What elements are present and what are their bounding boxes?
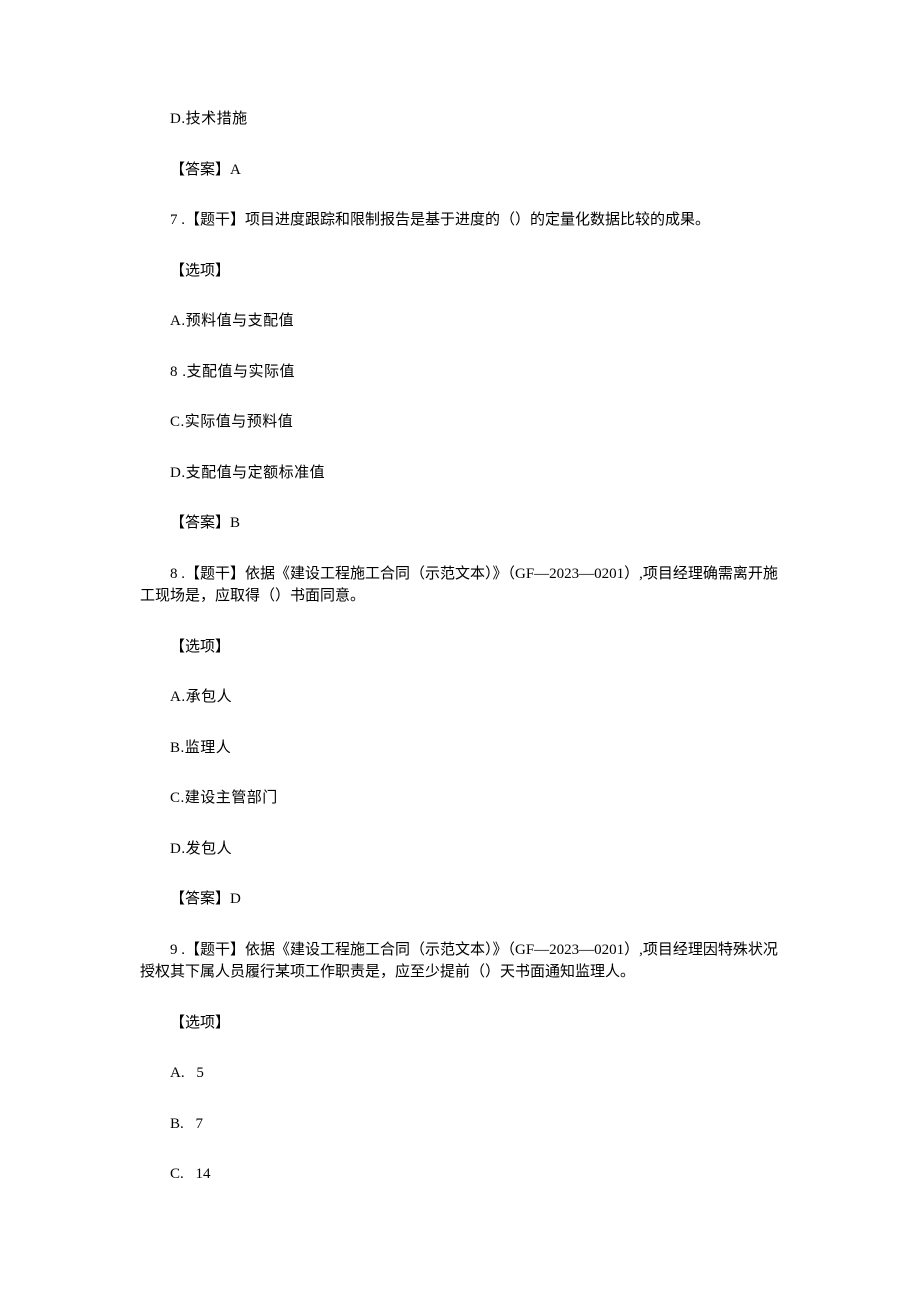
q9-option-b-prefix: B. [170,1116,184,1132]
q7-stem: 7 .【题干】项目进度跟踪和限制报告是基于进度的（）的定量化数据比较的成果。 [140,209,780,232]
q7-option-d: D.支配值与定额标准值 [140,462,780,485]
q9-stem-text: 9 .【题干】依据《建设工程施工合同（示范文本）》（GF—2023—0201）,… [140,942,778,981]
q7-answer: 【答案】B [140,512,780,535]
q8-answer: 【答案】D [140,888,780,911]
q8-option-d: D.发包人 [140,838,780,861]
q7-options-label: 【选项】 [140,260,780,283]
q9-option-b: B. 7 [140,1113,780,1136]
q9-stem: 9 .【题干】依据《建设工程施工合同（示范文本）》（GF—2023—0201）,… [140,939,780,984]
page: D.技术措施 【答案】A 7 .【题干】项目进度跟踪和限制报告是基于进度的（）的… [0,0,920,1301]
q6-option-d: D.技术措施 [140,108,780,131]
q8-options-label: 【选项】 [140,636,780,659]
q8-option-b: B.监理人 [140,737,780,760]
q7-option-c: C.实际值与预料值 [140,411,780,434]
q7-option-b: 8 .支配值与实际值 [140,361,780,384]
q9-options-label: 【选项】 [140,1012,780,1035]
q8-option-c: C.建设主管部门 [140,787,780,810]
q8-option-a: A.承包人 [140,686,780,709]
q9-option-a-prefix: A. [170,1065,185,1081]
q9-option-c-prefix: C. [170,1166,184,1182]
q7-option-a: A.预料值与支配值 [140,310,780,333]
q9-option-c: C. 14 [140,1163,780,1186]
q8-stem: 8 .【题干】依据《建设工程施工合同（示范文本）》（GF—2023—0201）,… [140,563,780,608]
q9-option-c-value: 14 [196,1166,211,1182]
q8-stem-text: 8 .【题干】依据《建设工程施工合同（示范文本）》（GF—2023—0201）,… [140,566,778,605]
q9-option-a-value: 5 [196,1065,204,1081]
q9-option-b-value: 7 [196,1116,204,1132]
q6-answer: 【答案】A [140,159,780,182]
q9-option-a: A. 5 [140,1062,780,1085]
